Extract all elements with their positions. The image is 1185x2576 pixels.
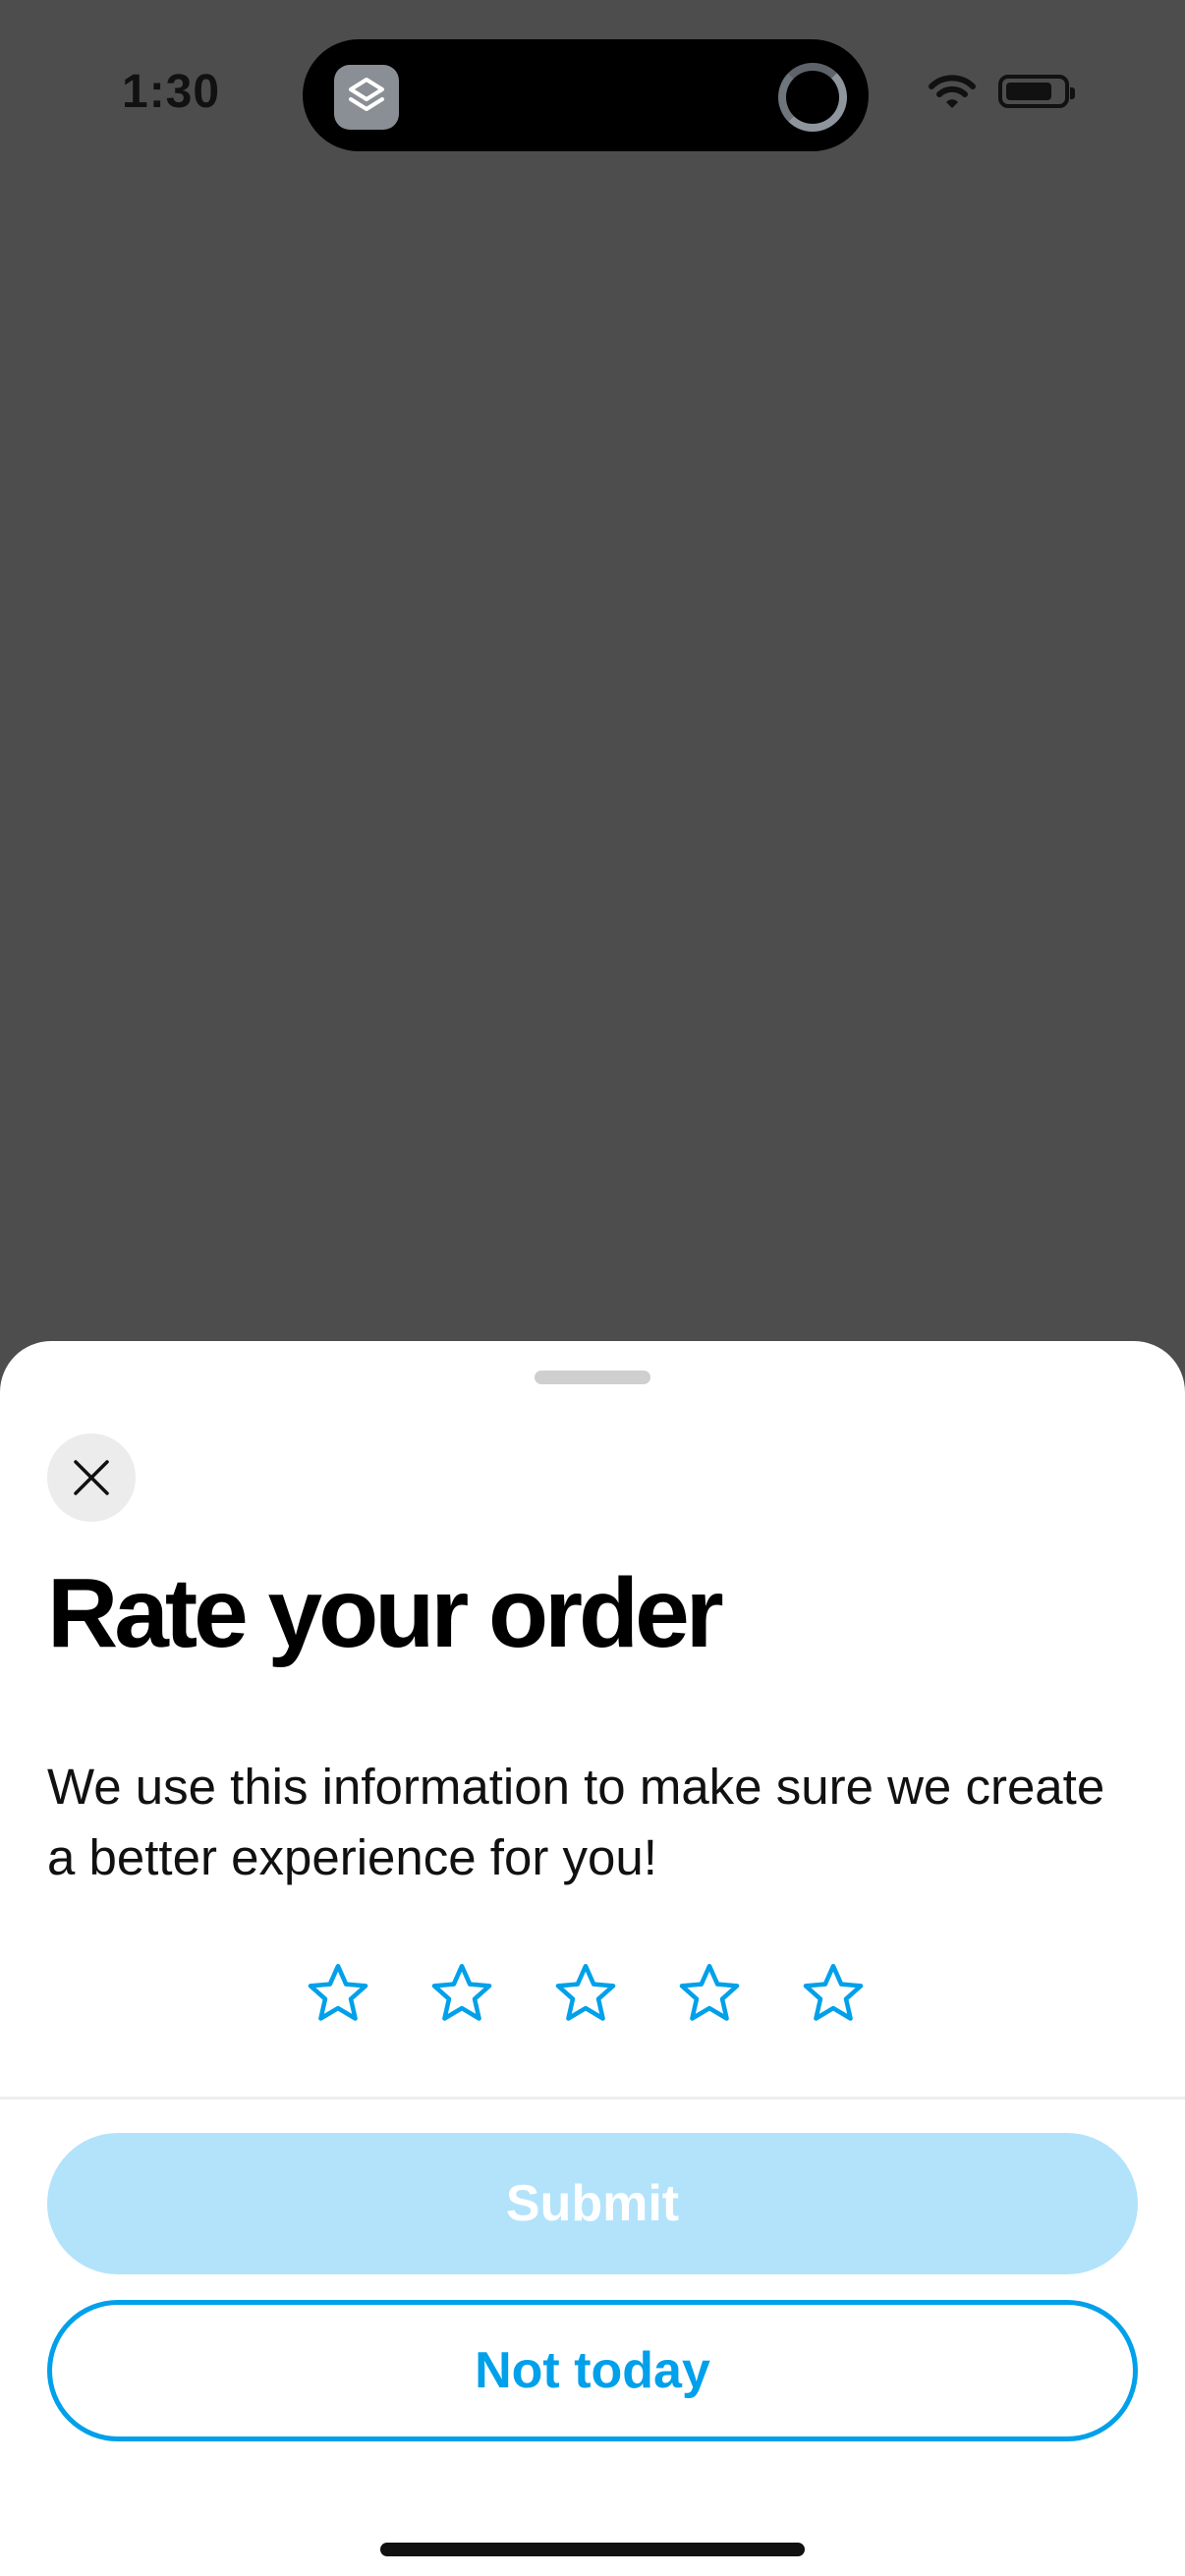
close-icon [74,1460,109,1495]
sheet-grabber[interactable] [535,1371,650,1384]
status-time: 1:30 [122,66,221,118]
wifi-icon [929,75,976,108]
home-indicator [380,2543,805,2556]
star-1-icon[interactable] [305,1960,371,2027]
sheet-description: We use this information to make sure we … [47,1759,1105,1885]
star-3-icon[interactable] [552,1960,619,2027]
close-button[interactable] [47,1433,136,1522]
star-4-icon[interactable] [676,1960,743,2027]
screen: 1:30 Rate your order We use this informa… [0,0,1185,2576]
divider [0,2097,1185,2100]
loading-ring-icon [778,63,847,132]
app-stack-icon [334,65,399,130]
dynamic-island [303,39,869,151]
not-today-button[interactable]: Not today [47,2300,1138,2441]
sheet-title: Rate your order [47,1558,724,1668]
star-5-icon[interactable] [800,1960,867,2027]
star-rating [305,1960,867,2027]
battery-icon [998,75,1075,108]
submit-button[interactable]: Submit [47,2133,1138,2274]
status-icons [928,73,1075,110]
star-2-icon[interactable] [428,1960,495,2027]
rating-sheet: Rate your order We use this information … [0,1341,1185,2576]
